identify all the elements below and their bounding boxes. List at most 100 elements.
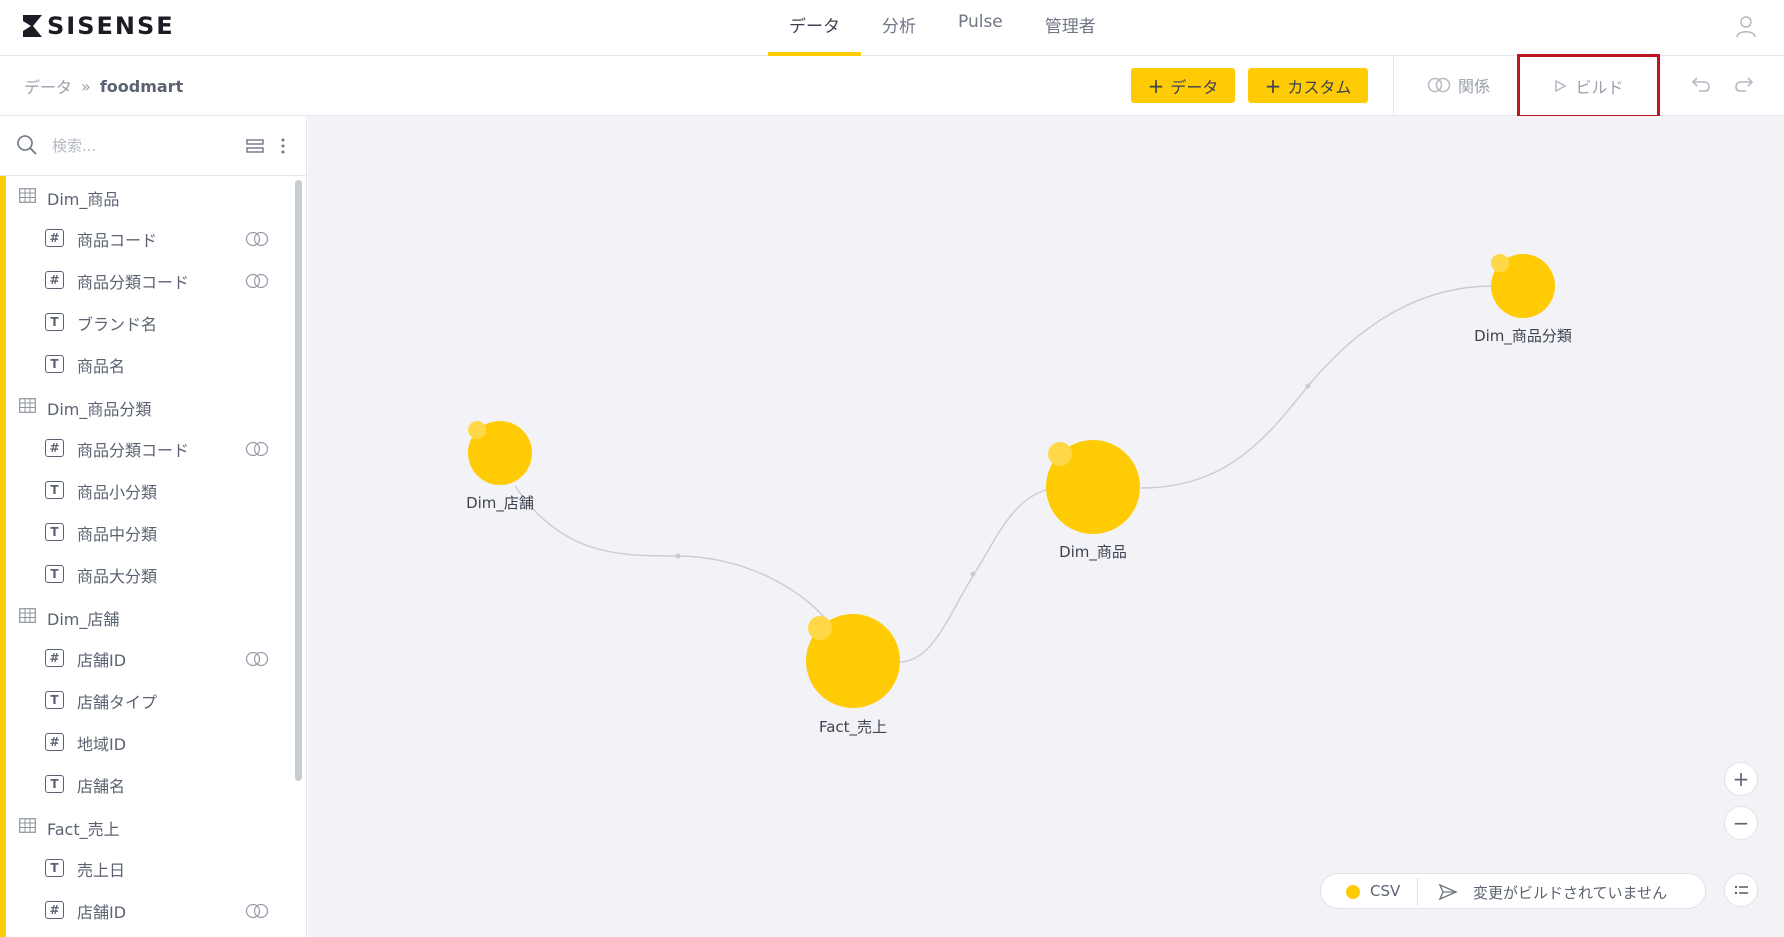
text-field-icon: T: [45, 523, 64, 541]
text-field-icon: T: [45, 313, 64, 331]
user-icon[interactable]: [1734, 14, 1758, 38]
undo-icon[interactable]: [1690, 73, 1712, 95]
sidebar-scrollbar[interactable]: [295, 180, 302, 781]
tab-pulse-label: Pulse: [958, 12, 1003, 32]
csv-source-icon: [808, 616, 832, 640]
table-item[interactable]: Fact_売上: [0, 806, 292, 846]
edge-tenpo-uriage: [514, 485, 839, 637]
field-name: 商品分類コード: [77, 273, 190, 292]
field-item[interactable]: # 地域ID: [0, 722, 292, 762]
table-name: Fact_売上: [47, 820, 120, 839]
edge-midpoint: [970, 571, 976, 577]
field-item[interactable]: T 商品中分類: [0, 512, 292, 552]
node-label[interactable]: Dim_商品: [1059, 541, 1127, 562]
sisense-logo-icon: [23, 15, 42, 37]
main-nav: データ 分析 Pulse 管理者: [768, 0, 1117, 56]
csv-source-icon: [468, 421, 486, 439]
add-data-button[interactable]: + データ: [1131, 68, 1235, 103]
table-group-dim-shohin-bunrui: Dim_商品分類 # 商品分類コード T 商品小分類 T 商品中分類 T 商品大分類: [0, 386, 292, 596]
model-canvas[interactable]: Dim_商品分類 Dim_店舗 Dim_商品 Fact_売上: [308, 116, 1784, 937]
table-group-fact-uriage: Fact_売上 T 売上日 # 店舗ID: [0, 806, 292, 937]
field-item[interactable]: T 売上日: [0, 848, 292, 888]
relation-icon: [245, 903, 269, 919]
search-row: [0, 116, 306, 176]
build-button[interactable]: ビルド: [1517, 54, 1660, 118]
text-field-icon: T: [45, 775, 64, 793]
field-item[interactable]: # 商品分類コード: [0, 428, 292, 468]
add-custom-button[interactable]: + カスタム: [1248, 68, 1368, 103]
breadcrumb-current: foodmart: [99, 76, 184, 96]
node-label[interactable]: Dim_店舗: [466, 492, 534, 513]
table-item[interactable]: Dim_商品: [0, 176, 292, 216]
relations-button[interactable]: 関係: [1426, 73, 1490, 97]
field-item[interactable]: T 商品名: [0, 344, 292, 384]
field-item[interactable]: # 店舗ID: [0, 638, 292, 678]
table-group-dim-shohin: Dim_商品 # 商品コード # 商品分類コード T ブランド名 T 商品名: [0, 176, 292, 386]
text-field-icon: T: [45, 355, 64, 373]
tab-pulse[interactable]: Pulse: [937, 0, 1024, 56]
tab-admin[interactable]: 管理者: [1024, 0, 1117, 56]
breadcrumb-separator: »: [81, 76, 91, 96]
list-icon: [1734, 885, 1748, 895]
more-vertical-icon[interactable]: [280, 137, 286, 155]
table-group-dim-tenpo: Dim_店舗 # 店舗ID T 店舗タイプ # 地域ID T 店舗名: [0, 596, 292, 806]
breadcrumb-root[interactable]: データ: [24, 74, 72, 98]
table-icon: [19, 188, 36, 203]
numeric-field-icon: #: [45, 439, 64, 457]
build-status-text: 変更がビルドされていません: [1473, 884, 1668, 902]
table-name: Dim_商品: [47, 190, 120, 209]
sisense-logo[interactable]: SISENSE: [22, 11, 175, 41]
search-input[interactable]: [52, 133, 232, 159]
table-item[interactable]: Dim_店舗: [0, 596, 292, 636]
list-view-icon[interactable]: [245, 138, 265, 154]
field-item[interactable]: # 商品コード: [0, 218, 292, 258]
field-item[interactable]: T ブランド名: [0, 302, 292, 342]
field-name: 商品コード: [77, 231, 158, 250]
schema-sidebar: Dim_商品 # 商品コード # 商品分類コード T ブランド名 T 商品名 Dim_商…: [0, 116, 307, 937]
plus-icon: +: [1147, 73, 1165, 98]
numeric-field-icon: #: [45, 649, 64, 667]
text-field-icon: T: [45, 481, 64, 499]
table-icon: [19, 608, 36, 623]
zoom-in-button[interactable]: +: [1724, 762, 1758, 796]
field-item[interactable]: T 商品小分類: [0, 470, 292, 510]
relations-label: 関係: [1458, 77, 1491, 96]
tab-analytics[interactable]: 分析: [861, 0, 937, 56]
build-label: ビルド: [1575, 78, 1624, 97]
field-name: 商品名: [77, 357, 126, 376]
field-item[interactable]: # 店舗ID: [0, 890, 292, 930]
field-item[interactable]: T 店舗タイプ: [0, 680, 292, 720]
node-label[interactable]: Fact_売上: [819, 716, 887, 737]
table-item[interactable]: Dim_商品分類: [0, 386, 292, 426]
search-icon: [17, 135, 37, 155]
toolbar-divider: [1393, 56, 1394, 116]
tab-admin-label: 管理者: [1044, 17, 1096, 37]
relations-icon: [1427, 77, 1451, 93]
edge-uriage-shohin: [899, 487, 1054, 663]
csv-source-icon: [1048, 442, 1072, 466]
field-item[interactable]: T 店舗名: [0, 764, 292, 804]
field-name: 商品中分類: [77, 525, 158, 544]
table-name: Dim_商品分類: [47, 400, 152, 419]
breadcrumb: データ » foodmart: [24, 74, 183, 98]
top-navigation-bar: SISENSE データ 分析 Pulse 管理者: [0, 0, 1784, 56]
legend-type-label: CSV: [1370, 882, 1401, 900]
legend-toggle-button[interactable]: [1724, 873, 1758, 907]
table-icon: [19, 398, 36, 413]
numeric-field-icon: #: [45, 901, 64, 919]
text-field-icon: T: [45, 565, 64, 583]
csv-source-icon: [1491, 254, 1509, 272]
node-label[interactable]: Dim_商品分類: [1474, 325, 1572, 346]
numeric-field-icon: #: [45, 271, 64, 289]
zoom-out-button[interactable]: −: [1724, 806, 1758, 840]
redo-icon[interactable]: [1733, 73, 1755, 95]
minus-icon: −: [1732, 811, 1750, 835]
numeric-field-icon: #: [45, 229, 64, 247]
edge-midpoint: [675, 553, 681, 559]
field-item[interactable]: T 商品大分類: [0, 554, 292, 594]
tab-data[interactable]: データ: [768, 0, 861, 56]
tab-analytics-label: 分析: [882, 17, 916, 37]
text-field-icon: T: [45, 691, 64, 709]
field-name: 店舗ID: [77, 903, 127, 922]
field-item[interactable]: # 商品分類コード: [0, 260, 292, 300]
